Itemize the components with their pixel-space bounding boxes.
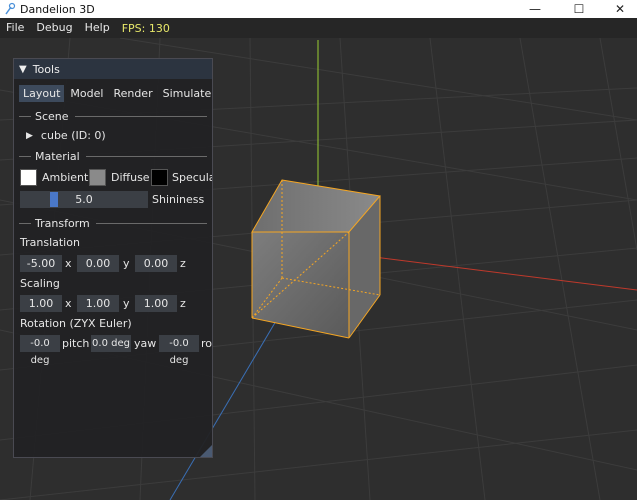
- cube-object[interactable]: [251, 179, 381, 339]
- expand-triangle-icon[interactable]: ▶: [26, 131, 33, 141]
- separator-line: [19, 115, 31, 117]
- axis-y-label: y: [123, 257, 130, 270]
- specular-color-swatch[interactable]: [151, 169, 168, 186]
- minimize-button[interactable]: —: [518, 0, 552, 18]
- translation-z-field[interactable]: 0.00: [135, 255, 177, 272]
- pitch-label: pitch: [62, 337, 90, 350]
- material-header: Material: [35, 149, 80, 163]
- tab-render[interactable]: Render: [109, 85, 156, 102]
- separator-line: [19, 222, 31, 224]
- axis-z-label: z: [180, 297, 186, 310]
- scaling-y-field[interactable]: 1.00: [77, 295, 119, 312]
- diffuse-color-swatch[interactable]: [89, 169, 106, 186]
- yaw-label: yaw: [134, 337, 157, 350]
- fps-counter: FPS: 130: [121, 21, 170, 35]
- scene-node-label[interactable]: cube (ID: 0): [41, 129, 106, 142]
- slider-grab[interactable]: [50, 192, 58, 207]
- rotation-pitch-field[interactable]: -0.0 deg: [20, 335, 60, 366]
- separator-line: [95, 222, 207, 224]
- shininess-value: 5.0: [75, 193, 93, 206]
- app-window: Dandelion 3D — ☐ ✕ File Debug Help FPS: …: [0, 0, 637, 500]
- tools-title: Tools: [32, 62, 60, 76]
- rotation-roll-field[interactable]: -0.0 deg: [159, 335, 199, 366]
- shininess-slider[interactable]: 5.0: [20, 191, 148, 208]
- scene-tree-node[interactable]: ▶ cube (ID: 0): [26, 129, 106, 142]
- axis-z-label: z: [180, 257, 186, 270]
- translation-y-field[interactable]: 0.00: [77, 255, 119, 272]
- tool-tabs: Layout Model Render Simulate: [19, 85, 217, 102]
- axis-y-label: y: [123, 297, 130, 310]
- specular-label: Specula: [172, 171, 212, 184]
- transform-separator: Transform: [19, 216, 207, 230]
- tools-header[interactable]: ▼ Tools: [14, 59, 212, 79]
- scene-separator: Scene: [19, 109, 207, 123]
- scaling-x-field[interactable]: 1.00: [20, 295, 62, 312]
- material-separator: Material: [19, 149, 207, 163]
- scaling-z-field[interactable]: 1.00: [135, 295, 177, 312]
- separator-line: [19, 155, 31, 157]
- translation-x-field[interactable]: -5.00: [20, 255, 62, 272]
- maximize-button[interactable]: ☐: [562, 0, 596, 18]
- menu-help[interactable]: Help: [79, 18, 116, 38]
- scene-header: Scene: [35, 109, 69, 123]
- menu-bar: File Debug Help FPS: 130: [0, 18, 637, 38]
- tools-panel[interactable]: ▼ Tools Layout Model Render Simulate Sce…: [13, 58, 213, 458]
- title-bar: Dandelion 3D — ☐ ✕: [0, 0, 637, 18]
- separator-line: [85, 155, 207, 157]
- menu-debug[interactable]: Debug: [30, 18, 78, 38]
- diffuse-label: Diffuse: [111, 171, 150, 184]
- rotation-yaw-field[interactable]: 0.0 deg: [91, 335, 131, 352]
- tab-simulate[interactable]: Simulate: [159, 85, 216, 102]
- scaling-label: Scaling: [20, 277, 60, 290]
- dandelion-app-icon: [5, 2, 16, 15]
- axis-x-label: x: [65, 297, 72, 310]
- ambient-color-swatch[interactable]: [20, 169, 37, 186]
- roll-label: ro: [201, 337, 213, 350]
- axis-x-label: x: [65, 257, 72, 270]
- transform-header: Transform: [35, 216, 90, 230]
- rotation-label: Rotation (ZYX Euler): [20, 317, 132, 330]
- resize-grip[interactable]: [200, 445, 212, 457]
- tab-layout[interactable]: Layout: [19, 85, 65, 102]
- shininess-label: Shininess: [152, 193, 205, 206]
- tab-model[interactable]: Model: [66, 85, 107, 102]
- window-title: Dandelion 3D: [20, 2, 95, 16]
- collapse-triangle-icon[interactable]: ▼: [19, 64, 27, 75]
- menu-file[interactable]: File: [0, 18, 30, 38]
- translation-label: Translation: [20, 236, 80, 249]
- ambient-label: Ambient: [42, 171, 89, 184]
- separator-line: [74, 115, 207, 117]
- close-button[interactable]: ✕: [603, 0, 637, 18]
